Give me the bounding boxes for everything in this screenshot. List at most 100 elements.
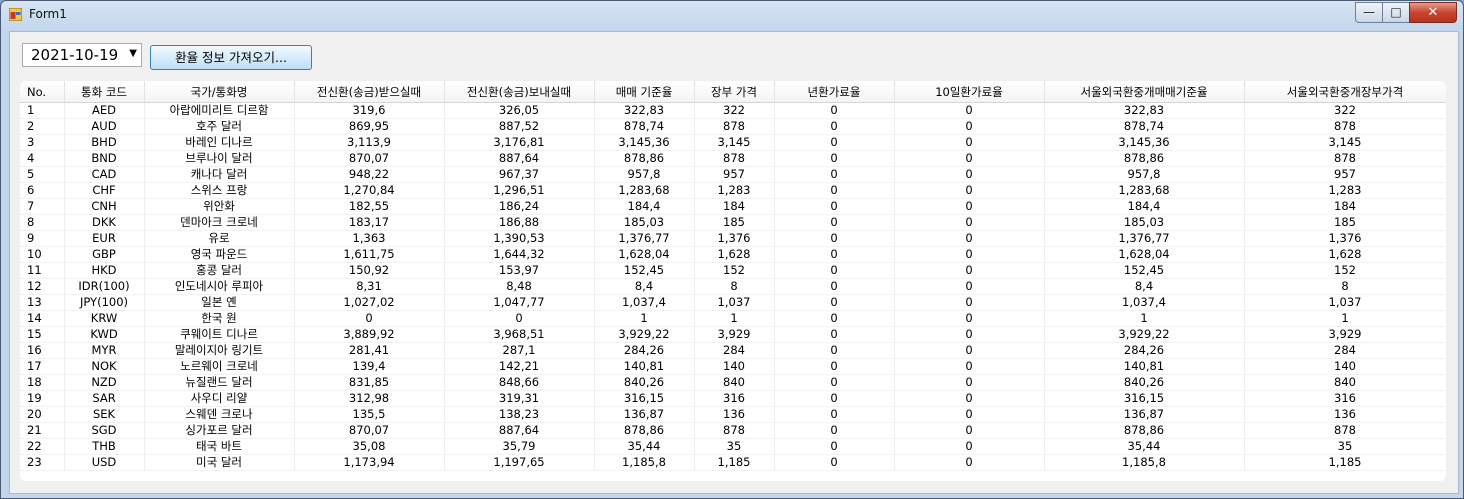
table-cell[interactable]: 1,283	[694, 182, 775, 199]
table-cell[interactable]: 284	[1244, 342, 1446, 359]
table-cell[interactable]: 8,4	[594, 278, 695, 295]
table-cell[interactable]: 0	[774, 214, 895, 231]
exchange-rate-grid[interactable]: No. 통화 코드 국가/통화명 전신환(송금)받으실때 전신환(송금)보내실때 매매 기…	[20, 81, 1446, 481]
table-cell[interactable]: 312,98	[294, 390, 445, 407]
table-cell[interactable]: 3,145	[694, 134, 775, 151]
column-header[interactable]: 전신환(송금)받으실때	[294, 81, 445, 103]
table-cell[interactable]: 185,03	[594, 214, 695, 231]
table-cell[interactable]: 1,628,04	[594, 246, 695, 263]
table-cell[interactable]: 0	[894, 102, 1045, 119]
table-cell[interactable]: 5	[20, 166, 65, 183]
table-cell[interactable]: 0	[774, 358, 895, 375]
table-cell[interactable]: 0	[774, 454, 895, 471]
table-cell[interactable]: 870,07	[294, 422, 445, 439]
table-cell[interactable]: 139,4	[294, 358, 445, 375]
table-cell[interactable]: 1,037	[694, 294, 775, 311]
table-cell[interactable]: 0	[894, 374, 1045, 391]
table-cell[interactable]: DKK	[64, 214, 145, 231]
table-cell[interactable]: 0	[774, 182, 895, 199]
table-cell[interactable]: 184,4	[1044, 198, 1245, 215]
table-row[interactable]: 23 USD 미국 달러 1,173,94 1,197,65 1,185,8 1,185 0 0…	[20, 454, 1446, 471]
table-cell[interactable]: 8	[20, 214, 65, 231]
table-cell[interactable]: 140,81	[594, 358, 695, 375]
table-cell[interactable]: 바레인 디나르	[144, 134, 295, 151]
table-cell[interactable]: 1	[1244, 310, 1446, 327]
table-row[interactable]: 5 CAD 캐나다 달러 948,22 967,37 957,8 957 0 0 957,8 957	[20, 166, 1446, 183]
title-bar[interactable]: Form1 — □ ✕	[1, 1, 1463, 29]
table-cell[interactable]: 182,55	[294, 198, 445, 215]
table-cell[interactable]: SAR	[64, 390, 145, 407]
table-cell[interactable]: 878,74	[594, 118, 695, 135]
table-cell[interactable]: 840	[694, 374, 775, 391]
table-cell[interactable]: 유로	[144, 230, 295, 247]
table-cell[interactable]: USD	[64, 454, 145, 471]
table-cell[interactable]: 0	[894, 230, 1045, 247]
table-cell[interactable]: 0	[894, 278, 1045, 295]
column-header[interactable]: 10일환가료율	[894, 81, 1045, 103]
table-cell[interactable]: 3,113,9	[294, 134, 445, 151]
table-cell[interactable]: 12	[20, 278, 65, 295]
table-cell[interactable]: 0	[774, 134, 895, 151]
table-cell[interactable]: 1,376	[1244, 230, 1446, 247]
table-cell[interactable]: 0	[894, 390, 1045, 407]
table-cell[interactable]: 0	[894, 406, 1045, 423]
table-cell[interactable]: 322	[694, 102, 775, 119]
table-cell[interactable]: 스웨덴 크로나	[144, 406, 295, 423]
table-cell[interactable]: 0	[894, 150, 1045, 167]
table-cell[interactable]: 0	[894, 310, 1045, 327]
table-row[interactable]: 4 BND 브루나이 달러 870,07 887,64 878,86 878 0 0 878,86…	[20, 150, 1446, 167]
table-cell[interactable]: 0	[894, 342, 1045, 359]
column-header[interactable]: No.	[20, 81, 65, 103]
table-cell[interactable]: 878	[694, 118, 775, 135]
table-cell[interactable]: MYR	[64, 342, 145, 359]
table-cell[interactable]: 1,611,75	[294, 246, 445, 263]
table-row[interactable]: 9 EUR 유로 1,363 1,390,53 1,376,77 1,376 0 0 1,376,…	[20, 230, 1446, 247]
table-cell[interactable]: 316,15	[594, 390, 695, 407]
table-cell[interactable]: 스위스 프랑	[144, 182, 295, 199]
close-button[interactable]: ✕	[1409, 2, 1457, 23]
table-cell[interactable]: 1,270,84	[294, 182, 445, 199]
table-cell[interactable]: 23	[20, 454, 65, 471]
table-row[interactable]: 8 DKK 덴마아크 크로네 183,17 186,88 185,03 185 0 0 185,0…	[20, 214, 1446, 231]
table-cell[interactable]: 0	[894, 118, 1045, 135]
table-cell[interactable]: 10	[20, 246, 65, 263]
table-cell[interactable]: GBP	[64, 246, 145, 263]
table-cell[interactable]: 8,48	[444, 278, 595, 295]
table-cell[interactable]: 1,283,68	[594, 182, 695, 199]
table-cell[interactable]: 957,8	[594, 166, 695, 183]
table-cell[interactable]: 0	[894, 454, 1045, 471]
table-cell[interactable]: 0	[894, 294, 1045, 311]
column-header[interactable]: 국가/통화명	[144, 81, 295, 103]
table-cell[interactable]: 869,95	[294, 118, 445, 135]
table-cell[interactable]: 878,86	[1044, 150, 1245, 167]
column-header[interactable]: 년환가료율	[774, 81, 895, 103]
table-cell[interactable]: 316,15	[1044, 390, 1245, 407]
table-cell[interactable]: 0	[774, 150, 895, 167]
table-cell[interactable]: 35,44	[594, 438, 695, 455]
table-cell[interactable]: 185	[1244, 214, 1446, 231]
table-cell[interactable]: 326,05	[444, 102, 595, 119]
table-cell[interactable]: 35	[1244, 438, 1446, 455]
table-cell[interactable]: 13	[20, 294, 65, 311]
table-cell[interactable]: 7	[20, 198, 65, 215]
table-cell[interactable]: 1,283,68	[1044, 182, 1245, 199]
table-cell[interactable]: 0	[774, 262, 895, 279]
table-cell[interactable]: 9	[20, 230, 65, 247]
table-cell[interactable]: 21	[20, 422, 65, 439]
minimize-button[interactable]: —	[1355, 2, 1383, 23]
table-cell[interactable]: 35,08	[294, 438, 445, 455]
table-cell[interactable]: 0	[894, 166, 1045, 183]
table-cell[interactable]: 영국 파운드	[144, 246, 295, 263]
table-cell[interactable]: 186,88	[444, 214, 595, 231]
table-cell[interactable]: 1,027,02	[294, 294, 445, 311]
table-cell[interactable]: 0	[774, 374, 895, 391]
table-cell[interactable]: 2	[20, 118, 65, 135]
table-cell[interactable]: 태국 바트	[144, 438, 295, 455]
table-cell[interactable]: 183,17	[294, 214, 445, 231]
table-cell[interactable]: 848,66	[444, 374, 595, 391]
date-picker[interactable]: 2021-10-19 ▼	[22, 43, 142, 67]
table-cell[interactable]: 887,52	[444, 118, 595, 135]
table-cell[interactable]: 184	[694, 198, 775, 215]
table-row[interactable]: 12 IDR(100) 인도네시아 루피아 8,31 8,48 8,4 8 0 0 8,4 8	[20, 278, 1446, 295]
table-cell[interactable]: BND	[64, 150, 145, 167]
